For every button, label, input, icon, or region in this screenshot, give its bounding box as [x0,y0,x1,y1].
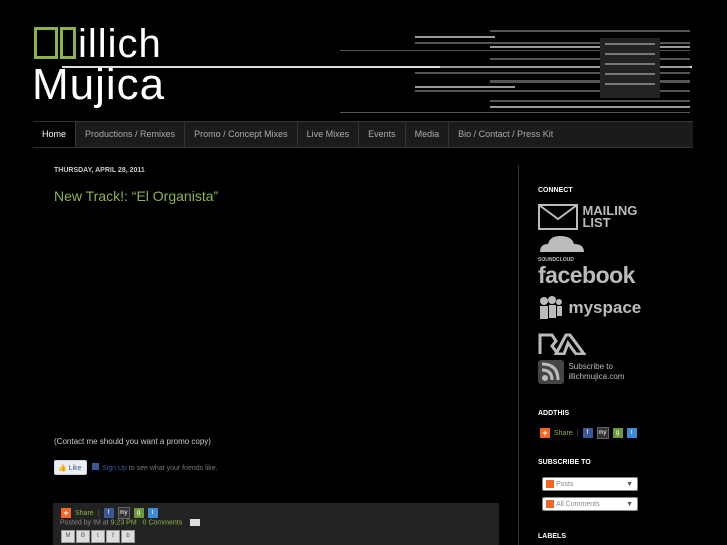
nav-live-mixes[interactable]: Live Mixes [298,122,360,147]
post-share-row: + Share | f my g t [61,507,158,519]
twitter-icon[interactable]: t [91,530,105,543]
logo-bar-icon [60,27,76,59]
addthis-heading: ADDTHIS [538,410,570,417]
facebook-like-button[interactable]: 👍 Like [54,460,87,475]
nav-promo-concept-mixes[interactable]: Promo / Concept Mixes [185,122,298,147]
sidebar-share-row: + Share | f my g t [540,427,637,439]
resident-advisor-link[interactable]: RA [538,333,587,360]
mailing-list-label: MAILING LIST [582,203,638,230]
site-header: illich Mujica [0,0,727,118]
facebook-icon [92,463,99,470]
nav-home[interactable]: Home [33,122,77,147]
comments-option: All Comments [556,501,600,508]
posts-rss-icon [546,480,554,489]
like-signup-text: Sign Up to see what your friends like. [92,463,218,472]
subscribe-text: Subscribe to illichmujica.com [568,362,625,381]
sidebar-divider [518,165,519,545]
post-date: THURSDAY, APRIL 28, 2011 [54,167,145,174]
sidebar-share-label[interactable]: Share [554,430,573,437]
rss-icon [538,360,564,384]
connect-heading: CONNECT [538,187,573,194]
nav-media[interactable]: Media [406,122,450,147]
sidebar-twitter-icon[interactable]: t [626,428,637,438]
logo-text-last[interactable]: Mujica [32,62,165,108]
subscribe-posts-dropdown[interactable]: Posts ▼ [542,477,638,491]
posts-option: Posts [556,481,574,488]
post-promo-text: (Contact me should you want a promo copy… [54,437,211,446]
twitter-share-icon[interactable]: t [147,508,158,518]
chevron-down-icon: ▼ [626,481,633,488]
logo-square-icon [34,27,58,59]
sidebar-myspace-icon[interactable]: my [596,427,609,439]
rss-subscribe-link[interactable]: Subscribe to illichmujica.com [538,360,638,384]
comments-link[interactable]: 0 Comments [143,519,183,526]
myspace-share-icon[interactable]: my [117,507,130,519]
resident-advisor-icon [538,333,587,356]
signup-link[interactable]: Sign Up [102,465,127,472]
post-footer: + Share | f my g t Posted by IM at 9:23 … [53,503,499,545]
sidebar-facebook-icon[interactable]: f [582,428,593,438]
buzz-icon[interactable]: b [121,530,135,543]
addthis-plus-icon[interactable]: + [61,508,71,518]
nav-bio-contact[interactable]: Bio / Contact / Press Kit [449,122,562,147]
post-title[interactable]: New Track!: “El Organista” [54,188,218,204]
post-time-link[interactable]: 9:23 PM [111,519,137,526]
mailing-list-link[interactable]: MAILING LIST [538,204,652,230]
header-stripes-graphic [340,30,690,113]
posted-by-text: Posted by IM at [60,519,109,527]
facebook-share-icon[interactable]: f [103,508,114,518]
facebook-link[interactable]: facebook [538,262,635,289]
sidebar-addthis-icon[interactable]: + [540,428,550,438]
envelope-icon [538,204,578,230]
thumbs-up-icon: 👍 [58,465,67,472]
myspace-people-icon [540,296,562,319]
blog-this-icon[interactable]: B [76,530,90,543]
main-navigation: Home Productions / Remixes Promo / Conce… [33,121,693,148]
comments-rss-icon [546,500,554,509]
chevron-down-icon: ▼ [626,501,633,508]
post-share-label[interactable]: Share [75,510,94,517]
subscribe-heading: SUBSCRIBE TO [538,459,591,466]
soundcloud-cloud-icon [540,236,584,252]
nav-productions-remixes[interactable]: Productions / Remixes [76,122,186,147]
subscribe-comments-dropdown[interactable]: All Comments ▼ [542,497,638,511]
blogger-share-buttons: M B t f b [61,530,135,543]
google-share-icon[interactable]: g [133,508,144,518]
soundcloud-link[interactable]: SOUNDCLOUD [538,234,586,263]
myspace-link[interactable]: myspace [538,295,641,321]
myspace-label: myspace [568,298,642,317]
post-meta: Posted by IM at 9:23 PM 0 Comments [60,519,201,527]
signup-suffix: to see what your friends like. [126,465,218,472]
facebook-icon[interactable]: f [106,530,120,543]
like-label: Like [68,465,82,472]
labels-heading: LABELS [538,533,566,540]
nav-events[interactable]: Events [359,122,406,147]
sidebar-google-icon[interactable]: g [612,428,623,438]
email-post-icon[interactable] [190,519,201,526]
email-this-icon[interactable]: M [61,530,75,543]
